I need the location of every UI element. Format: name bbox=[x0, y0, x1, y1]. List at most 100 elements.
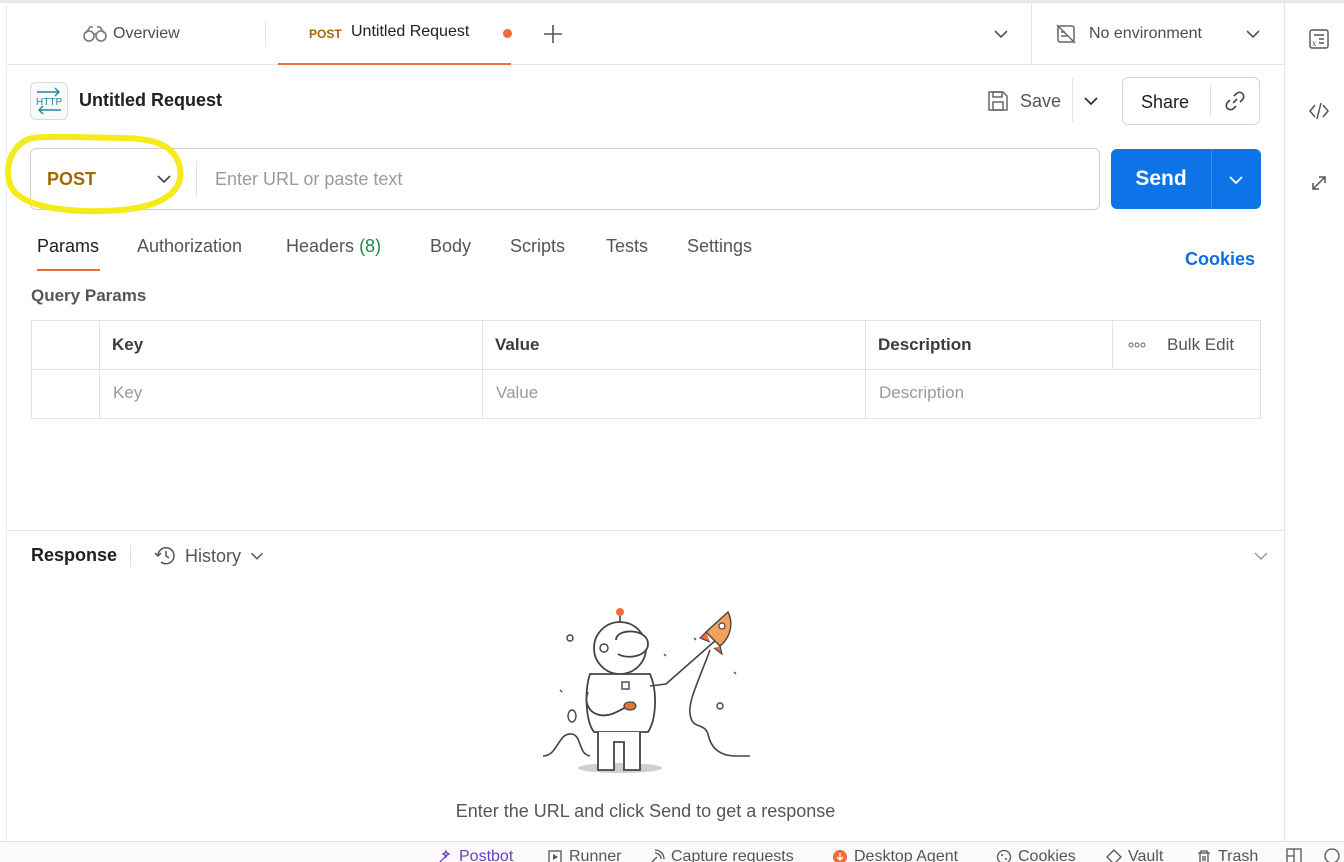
statusbar-cookies-label: Cookies bbox=[1018, 848, 1076, 862]
share-divider bbox=[1210, 86, 1211, 116]
runner-play-icon bbox=[548, 850, 562, 862]
layout-toggle-icon[interactable] bbox=[1286, 848, 1302, 862]
query-params-title: Query Params bbox=[31, 286, 147, 305]
more-options-icon[interactable] bbox=[1128, 341, 1146, 349]
tab-settings[interactable]: Settings bbox=[687, 236, 752, 257]
url-divider bbox=[196, 161, 197, 197]
status-bar: Postbot Runner Capture requests Desktop … bbox=[0, 841, 1344, 862]
param-key-input[interactable] bbox=[113, 383, 413, 403]
new-tab-plus-icon[interactable] bbox=[541, 22, 565, 46]
statusbar-runner-label: Runner bbox=[569, 848, 622, 862]
column-header-description: Description bbox=[878, 335, 972, 354]
statusbar-desktop-agent-label: Desktop Agent bbox=[854, 848, 959, 862]
save-divider bbox=[1072, 78, 1073, 122]
history-label: History bbox=[185, 545, 242, 566]
cookies-link[interactable]: Cookies bbox=[1185, 249, 1255, 270]
statusbar-postbot-label: Postbot bbox=[459, 848, 514, 862]
history-clock-icon bbox=[154, 547, 175, 565]
environment-chevron-down-icon[interactable] bbox=[1243, 24, 1263, 44]
response-divider bbox=[7, 530, 1284, 531]
table-column-divider bbox=[865, 321, 866, 418]
right-sidebar-rail: x bbox=[1284, 3, 1344, 841]
environment-label: No environment bbox=[1089, 25, 1202, 42]
url-input[interactable] bbox=[203, 159, 1083, 199]
link-icon[interactable] bbox=[1223, 89, 1247, 113]
save-button[interactable]: Save bbox=[986, 86, 1061, 116]
desktop-agent-icon bbox=[833, 850, 847, 862]
param-description-input[interactable] bbox=[879, 383, 1179, 403]
tab-overview-label: Overview bbox=[113, 25, 180, 42]
statusbar-capture-requests-label: Capture requests bbox=[671, 848, 794, 862]
tabs-overflow-chevron-down-icon[interactable] bbox=[991, 24, 1011, 44]
statusbar-runner[interactable]: Runner bbox=[547, 848, 621, 862]
http-icon: HTTP bbox=[30, 82, 68, 120]
statusbar-capture-requests[interactable]: Capture requests bbox=[649, 848, 794, 862]
table-column-divider bbox=[1112, 321, 1113, 369]
tab-tests[interactable]: Tests bbox=[606, 236, 648, 257]
floppy-disk-icon bbox=[988, 91, 1008, 111]
params-tab-underline bbox=[37, 269, 100, 271]
save-label: Save bbox=[1020, 90, 1062, 111]
send-button[interactable]: Send bbox=[1111, 149, 1211, 209]
statusbar-desktop-agent[interactable]: Desktop Agent bbox=[832, 848, 958, 862]
tab-headers[interactable]: Headers (8) bbox=[286, 236, 381, 257]
history-dropdown[interactable]: History bbox=[154, 543, 266, 569]
tab-method-badge: POST bbox=[309, 27, 342, 41]
trash-icon bbox=[1198, 850, 1210, 862]
unsaved-dot-icon bbox=[503, 29, 512, 38]
method-value: POST bbox=[47, 169, 97, 189]
window-left-border bbox=[6, 3, 7, 841]
capture-requests-icon bbox=[651, 849, 665, 862]
vault-icon bbox=[1106, 849, 1122, 862]
statusbar-trash-label: Trash bbox=[1218, 848, 1259, 862]
tab-untitled-request[interactable]: POST Untitled Request bbox=[278, 3, 512, 65]
svg-text:HTTP: HTTP bbox=[36, 97, 62, 108]
tab-headers-label: Headers bbox=[286, 236, 355, 256]
tab-body[interactable]: Body bbox=[430, 236, 471, 257]
environment-selector[interactable]: No environment bbox=[1055, 21, 1202, 47]
send-divider bbox=[1211, 149, 1212, 209]
save-options-chevron-down-icon[interactable] bbox=[1080, 90, 1102, 112]
tab-params[interactable]: Params bbox=[37, 236, 99, 257]
query-params-table: Key Value Description Bulk Edit bbox=[31, 320, 1261, 419]
method-chevron-down-icon bbox=[157, 175, 171, 184]
statusbar-vault-label: Vault bbox=[1128, 848, 1164, 862]
share-group: Share bbox=[1122, 77, 1260, 125]
send-options-chevron-down-icon[interactable] bbox=[1225, 169, 1247, 191]
bulk-edit-button[interactable]: Bulk Edit bbox=[1167, 335, 1234, 355]
variables-icon[interactable]: x bbox=[1307, 27, 1331, 51]
tab-scripts[interactable]: Scripts bbox=[510, 236, 565, 257]
share-button[interactable]: Share bbox=[1141, 92, 1189, 113]
url-bar: POST bbox=[30, 148, 1100, 210]
postbot-icon bbox=[439, 849, 451, 862]
statusbar-vault[interactable]: Vault bbox=[1106, 848, 1163, 862]
code-icon[interactable] bbox=[1307, 99, 1331, 123]
cookie-icon bbox=[996, 849, 1012, 862]
arrows-icon[interactable] bbox=[1307, 171, 1331, 195]
svg-text:x: x bbox=[1312, 39, 1317, 48]
column-header-value: Value bbox=[495, 335, 540, 354]
tab-authorization[interactable]: Authorization bbox=[137, 236, 242, 257]
param-value-input[interactable] bbox=[496, 383, 796, 403]
help-icon[interactable] bbox=[1324, 848, 1340, 862]
request-title[interactable]: Untitled Request bbox=[79, 90, 222, 111]
column-header-key: Key bbox=[112, 335, 144, 354]
tab-title: Untitled Request bbox=[351, 23, 470, 40]
tab-bar: Overview POST Untitled Request No enviro… bbox=[7, 3, 1284, 65]
response-title: Response bbox=[31, 545, 118, 565]
table-column-divider bbox=[99, 321, 100, 418]
table-header-divider bbox=[32, 369, 1260, 370]
astronaut-rocket-illustration bbox=[542, 608, 750, 773]
statusbar-postbot[interactable]: Postbot bbox=[437, 848, 513, 862]
headers-count-badge: (8) bbox=[359, 236, 382, 256]
environment-divider bbox=[1031, 3, 1032, 65]
statusbar-cookies[interactable]: Cookies bbox=[996, 848, 1076, 862]
response-collapse-chevron-icon[interactable] bbox=[1251, 546, 1271, 566]
no-environment-icon bbox=[1056, 24, 1076, 44]
tab-overview[interactable]: Overview bbox=[83, 21, 180, 47]
statusbar-trash[interactable]: Trash bbox=[1196, 848, 1258, 862]
response-title-divider bbox=[130, 545, 131, 567]
method-select[interactable]: POST bbox=[31, 149, 196, 209]
tab-divider bbox=[265, 21, 266, 47]
history-chevron-down-icon bbox=[251, 552, 263, 560]
